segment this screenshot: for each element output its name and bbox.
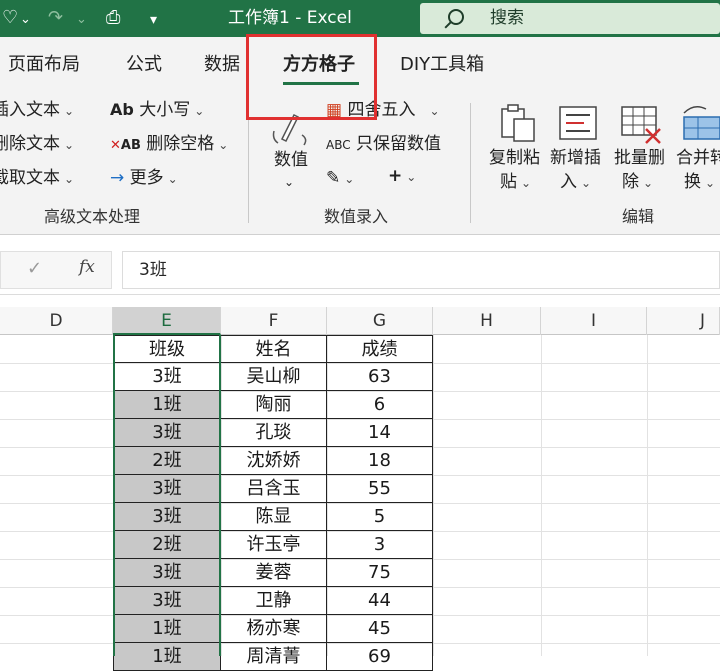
search-placeholder: 搜索 xyxy=(490,8,524,28)
insert-button-line2[interactable]: 入 ⌄ xyxy=(560,171,591,194)
insert-rows-icon[interactable] xyxy=(556,101,600,145)
more-button[interactable]: → 更多 ⌄ xyxy=(110,167,178,190)
search-icon xyxy=(448,9,464,25)
table-cell[interactable]: 许玉亭 xyxy=(221,531,327,559)
edit-cell-button[interactable]: ✎ ⌄ xyxy=(326,167,354,190)
table-cell[interactable]: 陶丽 xyxy=(221,391,327,419)
spreadsheet-grid[interactable]: 班级 姓名 成绩 3班 吴山柳 63 1班 陶丽 6 3班 孔琰 14 2班 沈娇娇 18 3班 吕含玉 55 3班… xyxy=(0,335,720,671)
table-cell[interactable]: 3 xyxy=(327,531,433,559)
group-label-text: 高级文本处理 xyxy=(44,207,141,226)
insert-function-icon[interactable]: fx xyxy=(79,257,95,277)
tab-data[interactable]: 数据 xyxy=(204,53,240,77)
keep-values-icon: ABC xyxy=(326,138,351,152)
add-button[interactable]: + ⌄ xyxy=(388,165,416,188)
table-cell[interactable]: 18 xyxy=(327,447,433,475)
column-header-f[interactable]: F xyxy=(221,307,327,335)
column-header-g[interactable]: G xyxy=(327,307,433,335)
copy-paste-button[interactable]: 复制粘 xyxy=(489,147,540,169)
group-label-number: 数值录入 xyxy=(324,207,389,226)
formula-bar: ✓ fx 3班 xyxy=(0,245,720,295)
table-cell[interactable]: 周清菁 xyxy=(221,643,327,671)
table-cell[interactable]: 陈显 xyxy=(221,503,327,531)
edit-icon: ✎ xyxy=(326,168,341,188)
tab-page-layout[interactable]: 页面布局 xyxy=(8,53,80,77)
table-cell[interactable]: 45 xyxy=(327,615,433,643)
formula-input[interactable]: 3班 xyxy=(122,251,720,289)
table-cell[interactable]: 杨亦寒 xyxy=(221,615,327,643)
table-cell[interactable]: 吴山柳 xyxy=(221,363,327,391)
merge-convert-button-line2[interactable]: 换 ⌄ xyxy=(684,171,715,194)
annotation-highlight-box xyxy=(246,34,377,120)
window-title: 工作簿1 - Excel xyxy=(228,8,352,28)
group-separator xyxy=(248,103,249,223)
table-cell[interactable]: 卫静 xyxy=(221,587,327,615)
table-cell[interactable]: 14 xyxy=(327,419,433,447)
chevron-down-icon[interactable]: ⌄ xyxy=(20,8,31,32)
column-headers: D E F G H I J xyxy=(0,307,720,335)
tab-formulas[interactable]: 公式 xyxy=(126,53,162,77)
arrow-right-icon: → xyxy=(110,168,125,188)
grid-line xyxy=(647,335,648,656)
remove-spaces-button[interactable]: ✕AB 删除空格 ⌄ xyxy=(110,133,228,157)
formula-controls: ✓ fx xyxy=(0,251,112,289)
customize-toolbar-icon[interactable]: ▾ xyxy=(150,8,157,32)
table-cell[interactable]: 沈娇娇 xyxy=(221,447,327,475)
case-icon: Ab xyxy=(110,100,134,119)
remove-spaces-icon: ✕AB xyxy=(110,138,141,153)
batch-delete-button[interactable]: 批量删 xyxy=(614,147,665,169)
table-cell[interactable]: 63 xyxy=(327,363,433,391)
column-header-j[interactable]: J xyxy=(647,307,720,335)
column-selection-border xyxy=(113,335,221,656)
grid-line xyxy=(541,335,542,656)
table-cell[interactable]: 6 xyxy=(327,391,433,419)
formula-value: 3班 xyxy=(139,260,167,280)
search-box[interactable]: 搜索 xyxy=(420,3,720,34)
column-header-d[interactable]: D xyxy=(0,307,113,335)
tab-diy-toolbox[interactable]: DIY工具箱 xyxy=(400,53,484,77)
table-cell[interactable]: 44 xyxy=(327,587,433,615)
merge-convert-button[interactable]: 合并转 xyxy=(676,147,720,169)
chevron-down-icon[interactable]: ⌄ xyxy=(76,8,87,32)
delete-text-button[interactable]: 删除文本 ⌄ xyxy=(0,133,74,156)
column-header-h[interactable]: H xyxy=(433,307,541,335)
chevron-down-icon[interactable]: ⌄ xyxy=(284,171,294,193)
insert-button[interactable]: 新增插 xyxy=(550,147,601,169)
title-bar: ♡ ⌄ ↷ ⌄ ⎙ ▾ 工作簿1 - Excel 搜索 xyxy=(0,0,720,37)
merge-convert-icon[interactable] xyxy=(680,101,720,145)
group-separator xyxy=(470,103,471,223)
table-cell[interactable]: 姜蓉 xyxy=(221,559,327,587)
grid-line xyxy=(433,335,434,656)
copy-paste-icon[interactable] xyxy=(496,101,540,145)
column-header-i[interactable]: I xyxy=(541,307,647,335)
insert-text-button[interactable]: 插入文本 ⌄ xyxy=(0,99,74,122)
print-preview-icon[interactable]: ⎙ xyxy=(106,6,120,30)
table-cell[interactable]: 吕含玉 xyxy=(221,475,327,503)
table-cell[interactable]: 75 xyxy=(327,559,433,587)
column-header-e[interactable]: E xyxy=(113,307,221,335)
table-cell[interactable]: 5 xyxy=(327,503,433,531)
keep-values-button[interactable]: ABC 只保留数值 xyxy=(326,133,441,156)
copy-paste-button-line2[interactable]: 贴 ⌄ xyxy=(500,171,531,194)
case-button[interactable]: Ab 大小写 ⌄ xyxy=(110,99,204,122)
table-cell[interactable]: 孔琰 xyxy=(221,419,327,447)
table-header-cell[interactable]: 成绩 xyxy=(327,335,433,363)
batch-delete-icon[interactable] xyxy=(618,101,664,145)
table-cell[interactable]: 55 xyxy=(327,475,433,503)
redo-icon[interactable]: ↷ xyxy=(48,6,63,30)
group-label-edit: 编辑 xyxy=(622,207,655,226)
enter-checkmark-icon[interactable]: ✓ xyxy=(27,258,42,279)
autosave-icon[interactable]: ♡ xyxy=(2,6,18,30)
plus-icon: + xyxy=(388,166,403,186)
table-cell[interactable]: 69 xyxy=(327,643,433,671)
value-button[interactable]: 数值 xyxy=(274,149,308,171)
extract-text-button[interactable]: 截取文本 ⌄ xyxy=(0,167,74,190)
table-header-cell[interactable]: 姓名 xyxy=(221,335,327,363)
batch-delete-button-line2[interactable]: 除 ⌄ xyxy=(622,171,653,194)
